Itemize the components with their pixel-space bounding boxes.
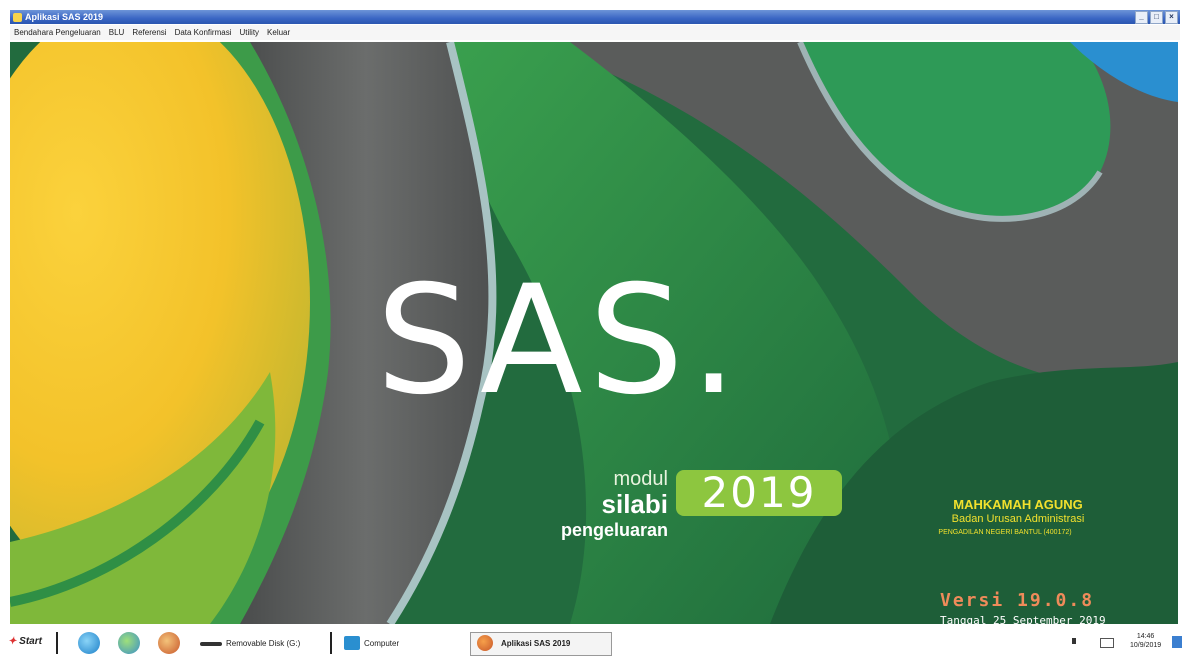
speaker-icon[interactable] <box>1072 638 1076 644</box>
clock-date: 10/9/2019 <box>1130 642 1162 649</box>
year-badge: 2019 <box>676 470 842 516</box>
computer-icon <box>344 636 360 650</box>
explorer-icon[interactable] <box>118 632 140 654</box>
show-desktop-button[interactable] <box>1172 636 1182 648</box>
menu-keluar[interactable]: Keluar <box>263 28 294 37</box>
sas-app-icon <box>477 635 493 651</box>
splash-screen: SAS. modul silabi pengeluaran 2019 MAHKA… <box>10 42 1178 624</box>
silabi-label: silabi <box>601 489 668 519</box>
tray-clock[interactable]: 14:46 10/9/2019 <box>1130 632 1161 650</box>
start-label: Start <box>19 636 42 647</box>
window-controls: _ □ × <box>1135 11 1178 24</box>
maximize-button[interactable]: □ <box>1150 11 1163 24</box>
sas-app-icon <box>13 12 22 22</box>
taskbar-separator <box>56 632 58 654</box>
menu-utility[interactable]: Utility <box>235 28 263 37</box>
menu-blu[interactable]: BLU <box>105 28 129 37</box>
title-bar: Aplikasi SAS 2019 _ □ × <box>10 10 1180 24</box>
org-title: MAHKAMAH AGUNG <box>953 497 1083 512</box>
start-button[interactable]: ✦ Start <box>8 636 42 647</box>
menu-referensi[interactable]: Referensi <box>128 28 170 37</box>
network-icon[interactable] <box>1100 638 1114 648</box>
taskbar: ✦ Start Removable Disk (G:) Computer Apl… <box>0 628 1189 658</box>
window-title: Aplikasi SAS 2019 <box>25 12 104 22</box>
clock-time: 14:46 <box>1136 633 1155 640</box>
org-subtitle: Badan Urusan Administrasi <box>951 513 1085 525</box>
sas-logo: SAS. <box>376 254 744 428</box>
taskbar-separator <box>330 632 332 654</box>
removable-disk-task[interactable]: Removable Disk (G:) <box>226 639 300 648</box>
menu-bar: Bendahara Pengeluaran BLU Referensi Data… <box>10 25 1180 40</box>
ie-icon[interactable] <box>78 632 100 654</box>
start-icon: ✦ <box>8 636 17 647</box>
org-unit: PENGADILAN NEGERI BANTUL (400172) <box>938 529 1072 536</box>
computer-task[interactable]: Computer <box>364 639 399 648</box>
removable-disk-icon <box>200 642 222 646</box>
pengeluaran-label: pengeluaran <box>560 520 668 540</box>
active-task-label: Aplikasi SAS 2019 <box>501 639 571 648</box>
modul-label: modul <box>613 468 668 490</box>
menu-data-konfirmasi[interactable]: Data Konfirmasi <box>171 28 236 37</box>
active-task-button[interactable]: Aplikasi SAS 2019 <box>470 632 612 656</box>
version-label: Versi 19.0.8 <box>940 590 1095 611</box>
menu-bendahara-pengeluaran[interactable]: Bendahara Pengeluaran <box>10 28 105 37</box>
media-icon[interactable] <box>158 632 180 654</box>
close-button[interactable]: × <box>1165 11 1178 24</box>
minimize-button[interactable]: _ <box>1135 11 1148 24</box>
release-date: Tanggal 25 September 2019 <box>940 614 1106 624</box>
